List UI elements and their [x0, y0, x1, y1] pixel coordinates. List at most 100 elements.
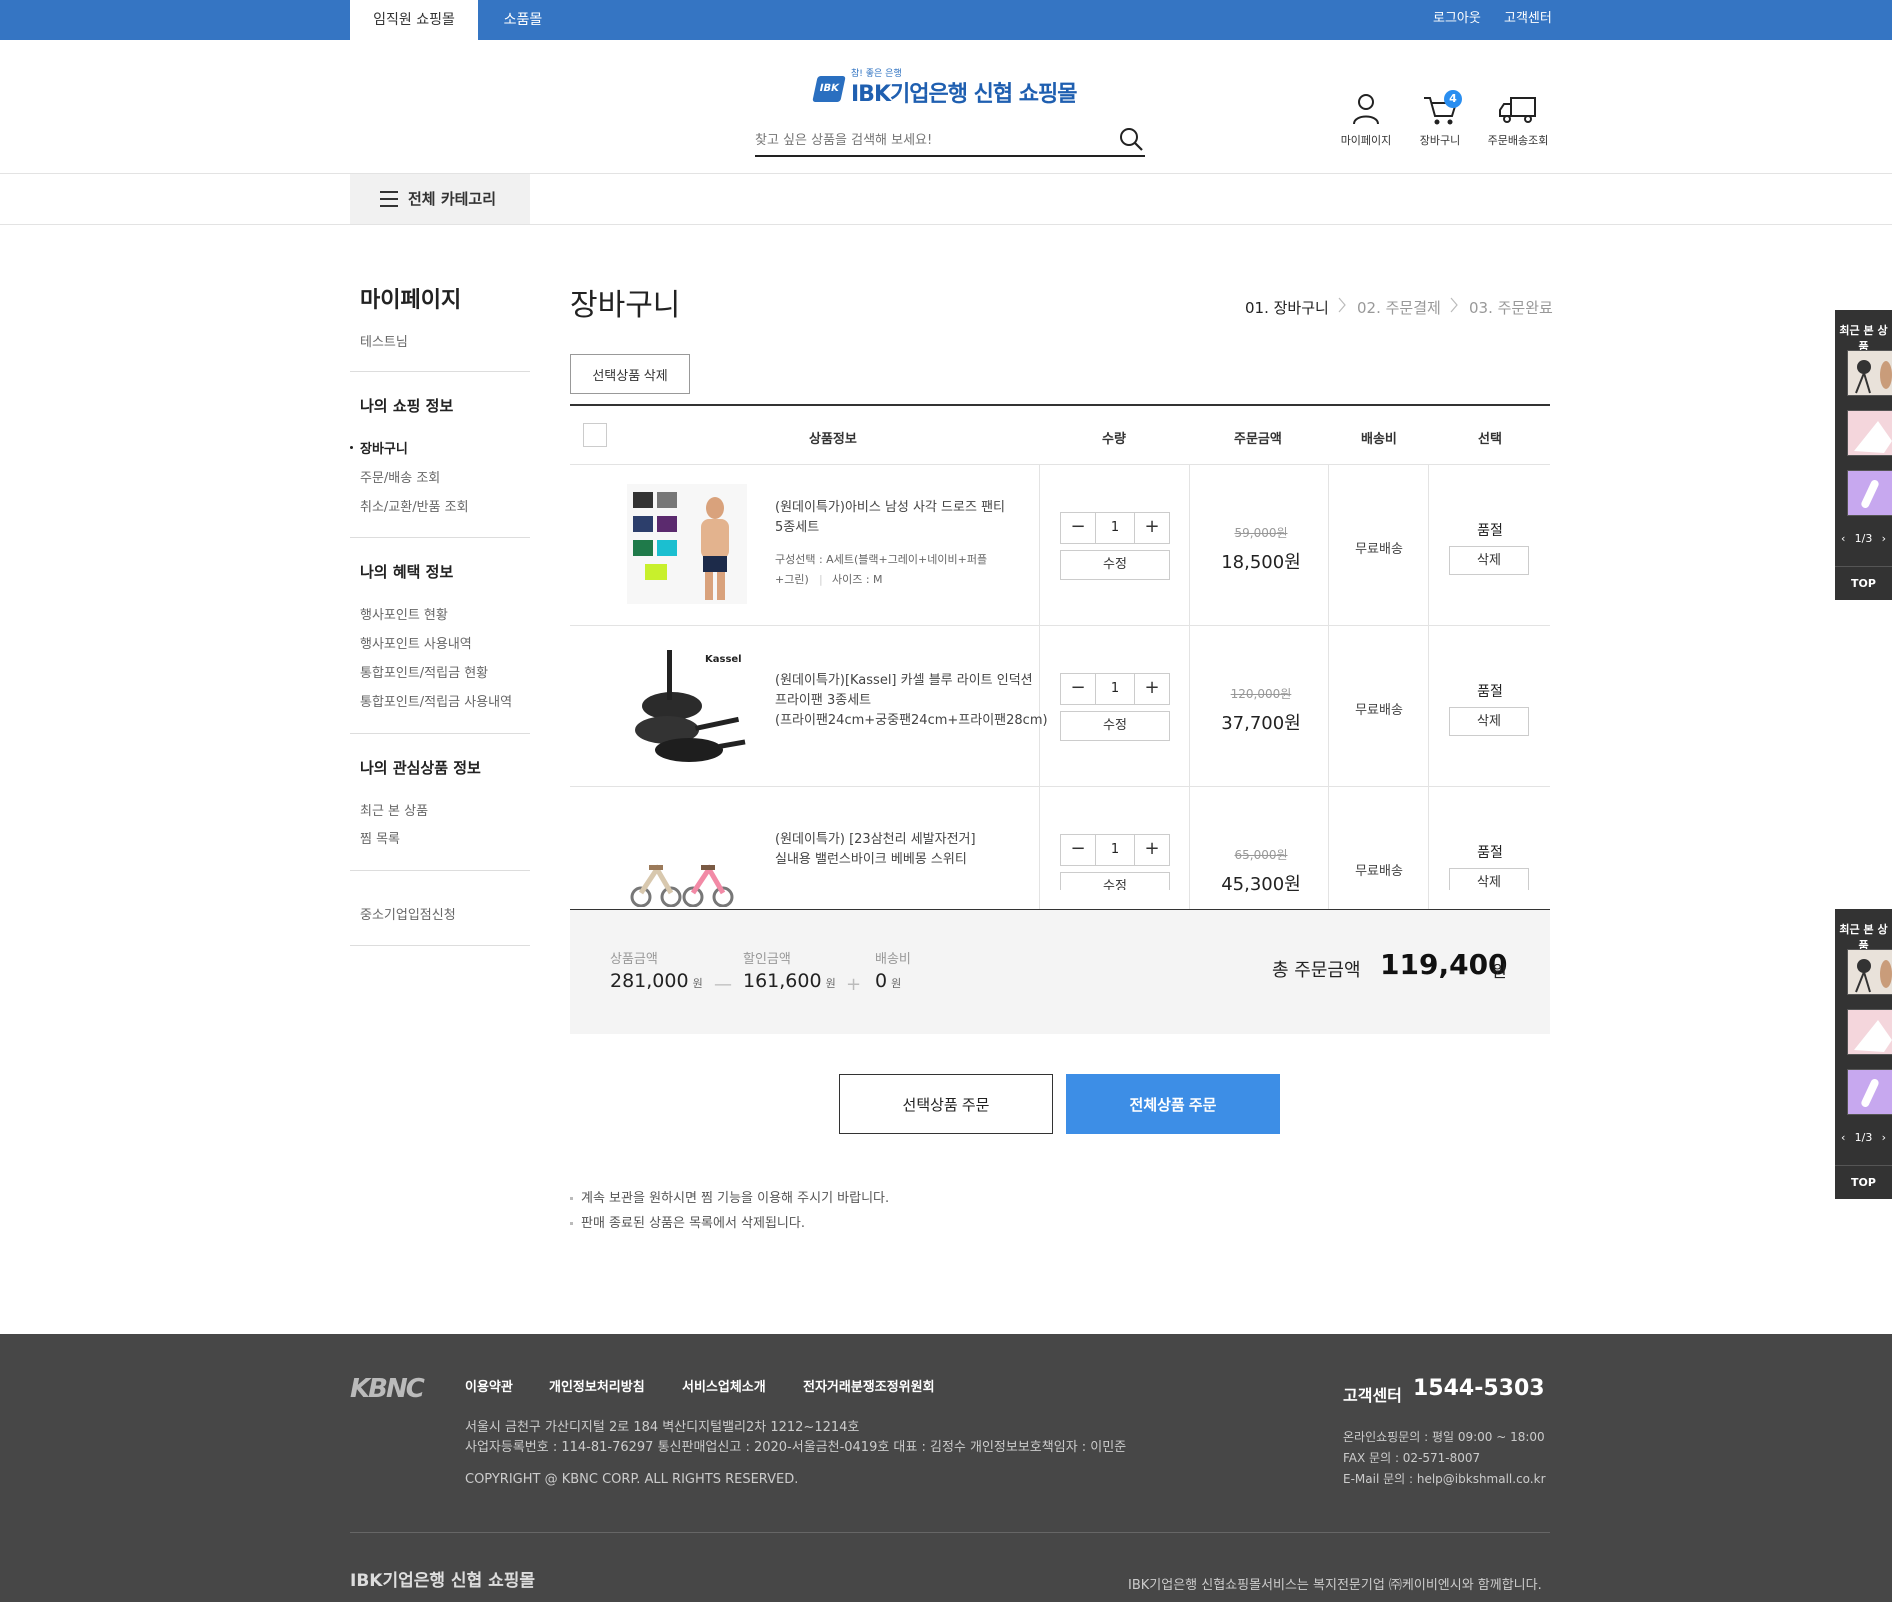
- footer-address: 서울시 금천구 가산디지털 2로 184 벽산디지털밸리2차 1212~1214…: [465, 1420, 860, 1435]
- product-name-line[interactable]: (원데이특가)아비스 남성 사각 드로즈 팬티: [775, 498, 1045, 518]
- chevron-left-icon[interactable]: ‹: [1841, 1131, 1845, 1144]
- recent-pagination: ‹ 1/3 ›: [1835, 1131, 1892, 1144]
- recent-product-thumb[interactable]: [1847, 1009, 1892, 1055]
- edit-quantity-button[interactable]: 수정: [1060, 711, 1170, 741]
- sidebar-item-integrated-points-history[interactable]: 통합포인트/적립금 사용내역: [360, 691, 512, 710]
- nav-divider: [0, 224, 1892, 225]
- discount-amount: 161,600 원: [743, 970, 836, 992]
- search-icon[interactable]: [1117, 125, 1145, 153]
- plus-sign: +: [846, 974, 862, 995]
- minus-button[interactable]: −: [1061, 674, 1095, 704]
- recent-product-thumb[interactable]: [1847, 470, 1892, 516]
- plus-button[interactable]: +: [1135, 835, 1169, 865]
- sidebar-item-cart[interactable]: 장바구니: [360, 438, 408, 457]
- recent-product-thumb[interactable]: [1847, 350, 1892, 396]
- sidebar-item-event-points-history[interactable]: 행사포인트 사용내역: [360, 633, 472, 652]
- sidebar-item-cancel-return[interactable]: 취소/교환/반품 조회: [360, 496, 469, 515]
- header-shipping: 배송비: [1361, 432, 1397, 447]
- truck-icon: [1499, 97, 1536, 123]
- recent-product-thumb[interactable]: [1847, 949, 1892, 995]
- table-top-border: [570, 404, 1550, 406]
- order-tracking-label: 주문배송조회: [1487, 134, 1549, 147]
- quantity-value[interactable]: 1: [1095, 835, 1135, 865]
- product-name-line[interactable]: 프라이팬 3종세트: [775, 691, 1065, 711]
- delete-selected-button[interactable]: 선택상품 삭제: [570, 354, 690, 394]
- product-name-line[interactable]: 실내용 밸런스바이크 베베몽 스위티: [775, 850, 1045, 870]
- active-bullet: [350, 446, 353, 449]
- order-all-button[interactable]: 전체상품 주문: [1066, 1074, 1280, 1134]
- footer: KBNC 이용약관 개인정보처리방침 서비스업체소개 전자거래분쟁조정위원회 서…: [0, 1334, 1892, 1602]
- product-name-line[interactable]: 5종세트: [775, 518, 1045, 538]
- product-option: +그린): [775, 573, 809, 586]
- header-order-amount: 주문금액: [1234, 432, 1282, 447]
- tab-employee-mall[interactable]: 임직원 쇼핑몰: [350, 0, 478, 40]
- site-logo[interactable]: IBK 참! 좋은 은행 IBK기업은행 신협 쇼핑몰: [812, 66, 1085, 110]
- shipping-fee: 무료배송: [1355, 864, 1403, 879]
- total-amount-value: 119,400: [1380, 948, 1508, 981]
- sidebar-divider: [350, 371, 530, 372]
- sidebar-username: 테스트님: [360, 335, 408, 350]
- step-cart: 01. 장바구니: [1245, 299, 1329, 317]
- delete-item-button[interactable]: 삭제: [1449, 868, 1529, 890]
- delete-item-button[interactable]: 삭제: [1449, 707, 1529, 736]
- footer-link-privacy[interactable]: 개인정보처리방침: [549, 1376, 645, 1395]
- scroll-top-button[interactable]: TOP: [1835, 1165, 1892, 1199]
- sidebar-title: 마이페이지: [360, 288, 462, 313]
- sidebar-item-vendor-apply[interactable]: 중소기업입점신청: [360, 904, 456, 923]
- sidebar-item-event-points[interactable]: 행사포인트 현황: [360, 604, 448, 623]
- page-title: 장바구니: [570, 288, 681, 323]
- tab-props-mall[interactable]: 소품몰: [478, 0, 568, 40]
- sidebar-item-recent[interactable]: 최근 본 상품: [360, 800, 428, 819]
- sidebar-item-integrated-points[interactable]: 통합포인트/적립금 현황: [360, 662, 488, 681]
- order-price: 37,700원: [1221, 713, 1301, 734]
- chevron-right-icon[interactable]: ›: [1882, 1131, 1886, 1144]
- select-all-checkbox[interactable]: [583, 423, 607, 447]
- product-amount: 281,000 원: [610, 970, 703, 992]
- plus-button[interactable]: +: [1135, 674, 1169, 704]
- logout-link[interactable]: 로그아웃: [1433, 0, 1481, 40]
- chevron-left-icon[interactable]: ‹: [1841, 532, 1845, 545]
- sidebar-item-order-delivery[interactable]: 주문/배송 조회: [360, 467, 440, 486]
- footer-link-company[interactable]: 서비스업체소개: [682, 1376, 766, 1395]
- sidebar-item-wishlist[interactable]: 찜 목록: [360, 828, 400, 847]
- product-name-line[interactable]: (원데이특가) [23삼천리 세발자전거]: [775, 830, 1045, 850]
- delete-item-button[interactable]: 삭제: [1449, 546, 1529, 575]
- minus-button[interactable]: −: [1061, 835, 1095, 865]
- footer-cs-phone: 1544-5303: [1413, 1376, 1545, 1401]
- sidebar-heading-benefit: 나의 혜택 정보: [360, 563, 454, 581]
- minus-button[interactable]: −: [1061, 513, 1095, 543]
- quantity-value[interactable]: 1: [1095, 674, 1135, 704]
- currency-unit: 원: [825, 977, 836, 990]
- mypage-button[interactable]: 마이페이지: [1331, 92, 1401, 148]
- footer-cs-label: 고객센터: [1343, 1386, 1402, 1405]
- chevron-right-icon[interactable]: ›: [1882, 532, 1886, 545]
- customer-center-link[interactable]: 고객센터: [1504, 0, 1552, 40]
- original-price: 120,000원: [1230, 687, 1292, 701]
- footer-link-terms[interactable]: 이용약관: [465, 1376, 513, 1395]
- order-tracking-button[interactable]: 주문배송조회: [1483, 92, 1553, 148]
- plus-button[interactable]: +: [1135, 513, 1169, 543]
- sidebar-divider: [350, 870, 530, 871]
- footer-site-logo: IBK기업은행 신협 쇼핑몰: [350, 1571, 536, 1591]
- top-bar: 임직원 쇼핑몰 소품몰 로그아웃 고객센터: [0, 0, 1892, 40]
- total-amount-unit: 원: [1492, 962, 1507, 981]
- chevron-right-icon: [1338, 297, 1346, 313]
- quantity-value[interactable]: 1: [1095, 513, 1135, 543]
- edit-quantity-button[interactable]: 수정: [1060, 550, 1170, 580]
- cart-button[interactable]: 장바구니: [1405, 92, 1475, 148]
- footer-link-dispute[interactable]: 전자거래분쟁조정위원회: [803, 1376, 935, 1395]
- edit-quantity-button[interactable]: 수정: [1060, 872, 1170, 890]
- original-price: 59,000원: [1234, 526, 1288, 540]
- product-name-line[interactable]: (원데이특가)[Kassel] 카셀 블루 라이트 인덕션: [775, 671, 1065, 691]
- recent-product-thumb[interactable]: [1847, 1069, 1892, 1115]
- header-product-info: 상품정보: [809, 432, 857, 447]
- product-name-line[interactable]: (프라이팬24cm+궁중팬24cm+프라이팬28cm): [775, 711, 1075, 731]
- bullet-icon: [570, 1197, 573, 1200]
- sidebar-heading-interest: 나의 관심상품 정보: [360, 759, 481, 777]
- recent-product-thumb[interactable]: [1847, 410, 1892, 456]
- bullet-icon: [570, 1222, 573, 1225]
- scroll-top-button[interactable]: TOP: [1835, 566, 1892, 600]
- order-selected-button[interactable]: 선택상품 주문: [839, 1074, 1053, 1134]
- all-category-button[interactable]: 전체 카테고리: [350, 174, 530, 224]
- search-input[interactable]: [755, 127, 1095, 153]
